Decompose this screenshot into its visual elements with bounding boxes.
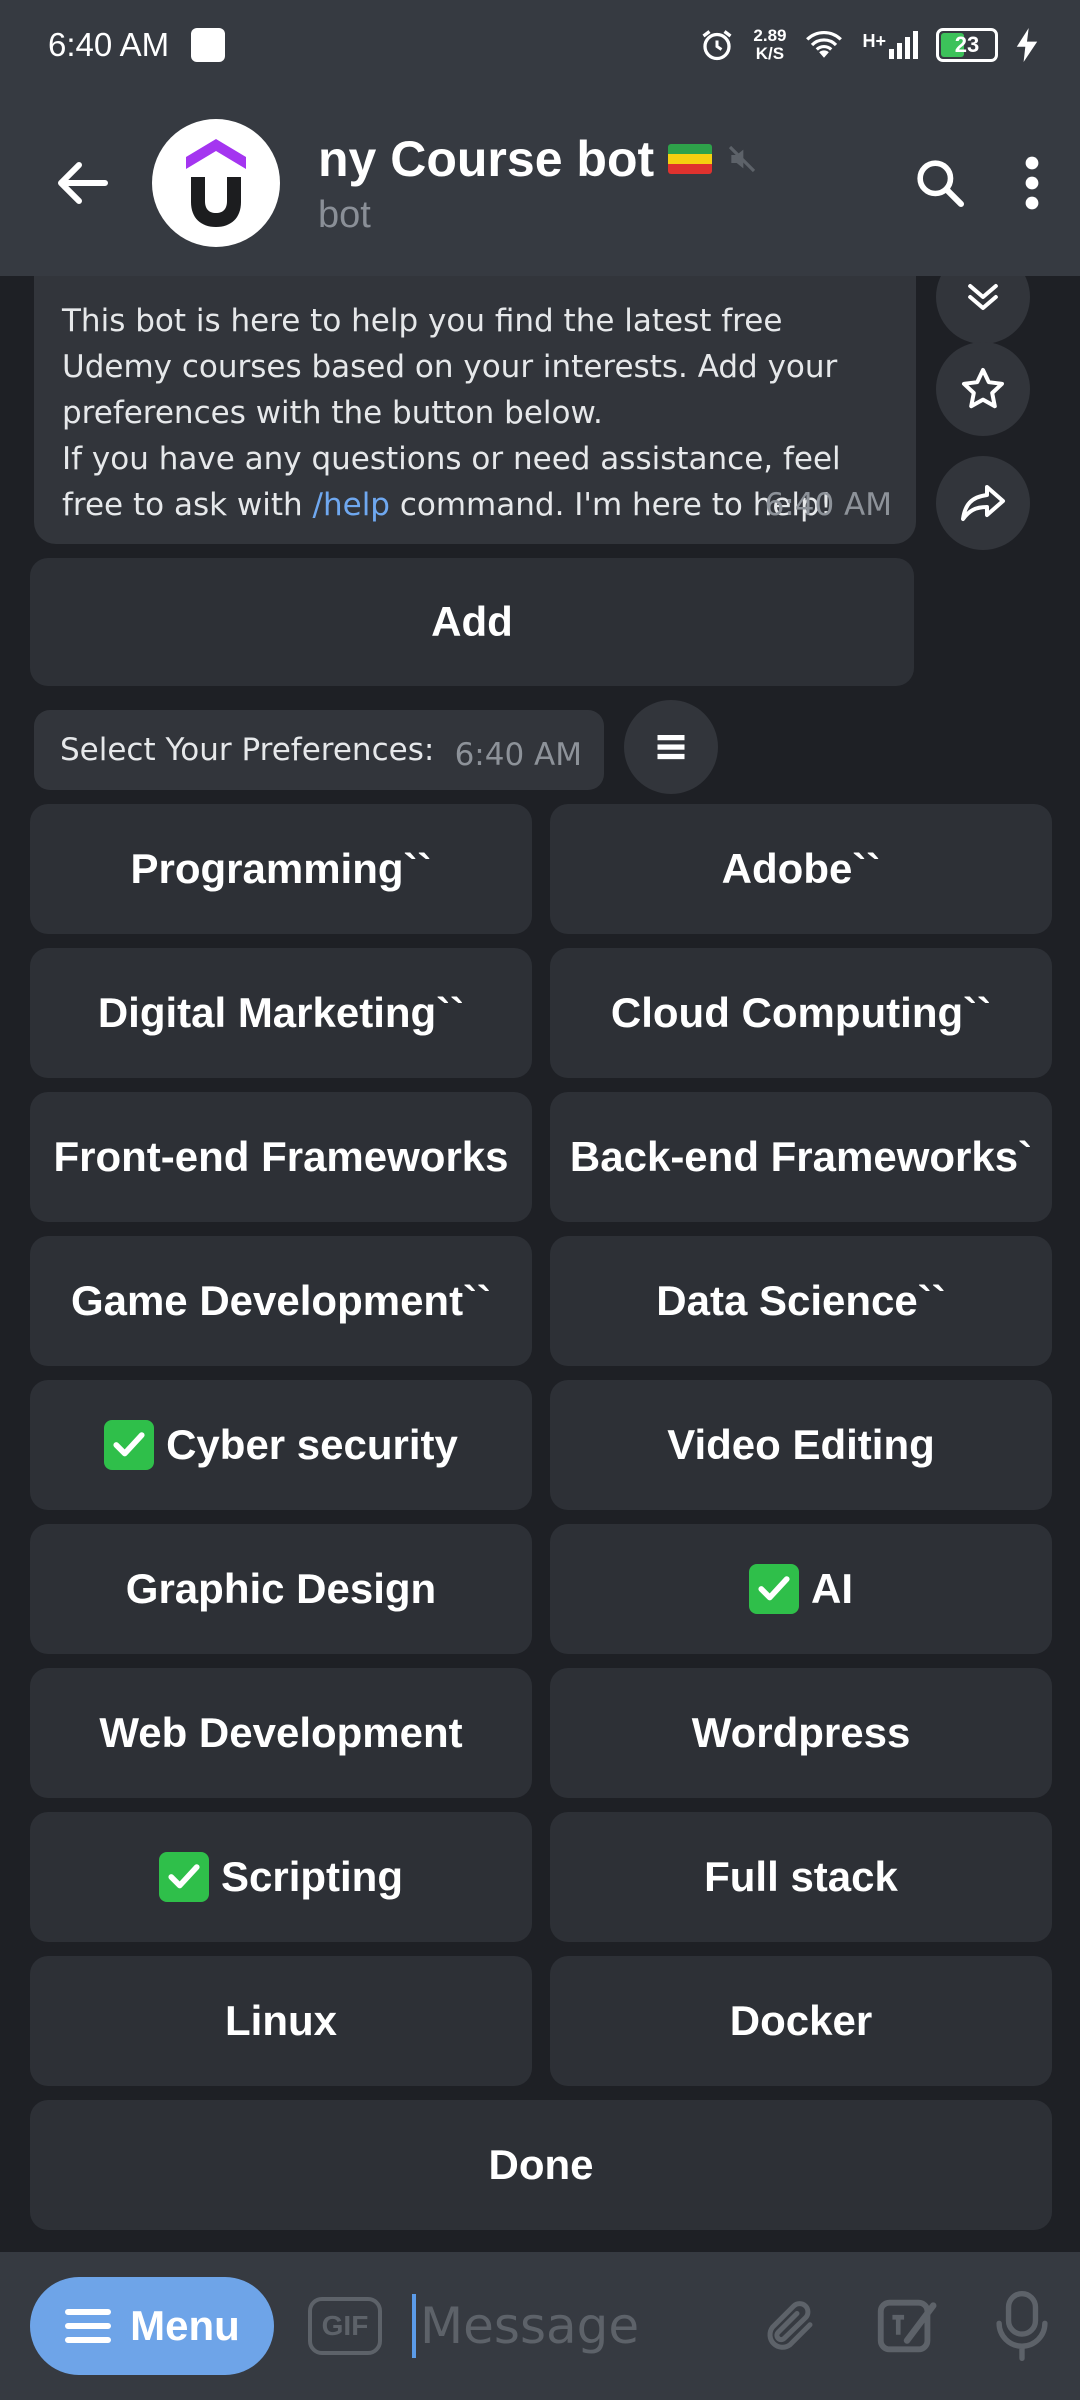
option-button[interactable]: Full stack (550, 1812, 1052, 1942)
sticker-icon[interactable] (872, 2291, 942, 2361)
option-button[interactable]: Front-end Frameworks (30, 1092, 532, 1222)
star-icon (962, 368, 1004, 409)
option-button[interactable]: Data Science`` (550, 1236, 1052, 1366)
option-button[interactable]: Back-end Frameworks` (550, 1092, 1052, 1222)
favorite-button[interactable] (936, 342, 1030, 436)
udemy-logo-icon (186, 139, 246, 227)
option-label: Digital Marketing`` (97, 989, 465, 1036)
option-label: Front-end Frameworks (53, 1133, 509, 1180)
back-button[interactable] (38, 138, 128, 228)
alarm-icon (702, 30, 732, 61)
done-button[interactable]: Done (30, 2100, 1052, 2230)
hamburger-icon (65, 2309, 112, 2343)
chat-title: ny Course bot (318, 130, 655, 187)
option-label: Cloud Computing`` (610, 989, 992, 1036)
bot-menu-button[interactable]: Menu (30, 2277, 274, 2375)
microphone-icon[interactable] (994, 2291, 1050, 2361)
option-button[interactable]: Graphic Design (30, 1524, 532, 1654)
more-vert-icon[interactable] (1024, 155, 1040, 211)
option-label: Linux (225, 1997, 337, 2044)
option-label: Adobe`` (721, 845, 881, 892)
option-label: Scripting (220, 1853, 403, 1900)
option-label: Data Science`` (656, 1277, 946, 1324)
option-label: Game Development`` (70, 1277, 492, 1324)
double-chevron-down-icon (968, 283, 998, 311)
option-button[interactable]: Digital Marketing`` (30, 948, 532, 1078)
notification-icon (191, 28, 226, 62)
preferences-time: 6:40 AM (454, 737, 582, 773)
arrow-left-icon (58, 162, 108, 204)
muted-icon (729, 145, 756, 172)
checkmark-icon (104, 1420, 155, 1470)
option-button[interactable]: Cyber security (30, 1380, 532, 1510)
preferences-label: Select Your Preferences: (60, 732, 435, 768)
message-text-1: This bot is here to help you find the la… (62, 303, 838, 431)
checkmark-icon (749, 1564, 799, 1614)
message-input-bar: Menu GIF (0, 2252, 1080, 2400)
option-button[interactable]: Programming`` (30, 804, 532, 934)
option-label: Cyber security (166, 1421, 458, 1468)
bot-message-bubble: This bot is here to help you find the la… (34, 276, 916, 544)
option-label: Video Editing (667, 1421, 935, 1468)
chat-header: ny Course bot bot (0, 90, 1080, 276)
battery-icon: 23 (936, 28, 998, 62)
option-label: AI (811, 1565, 853, 1612)
attach-icon[interactable] (760, 2296, 820, 2356)
option-button[interactable]: Adobe`` (550, 804, 1052, 934)
option-button[interactable]: Wordpress (550, 1668, 1052, 1798)
preferences-message-bubble: Select Your Preferences: 6:40 AM (34, 710, 604, 790)
message-input[interactable] (412, 2294, 682, 2358)
option-label: Back-end Frameworks` (569, 1133, 1033, 1180)
option-label: Wordpress (691, 1709, 911, 1756)
message-time: 6:40 AM (764, 487, 892, 523)
keyboard-menu-button[interactable] (624, 700, 718, 794)
option-button[interactable]: Cloud Computing`` (550, 948, 1052, 1078)
gif-button[interactable]: GIF (308, 2297, 382, 2355)
status-time: 6:40 AM (48, 26, 170, 63)
option-button[interactable]: Game Development`` (30, 1236, 532, 1366)
menu-lines-icon (657, 735, 685, 760)
chat-title-area[interactable]: ny Course bot bot (318, 130, 778, 237)
option-button[interactable]: Web Development (30, 1668, 532, 1798)
option-label: Docker (729, 1997, 873, 2044)
status-bar: 6:40 AM 2.89 K/S H+ 23 (0, 0, 1080, 90)
ethiopia-flag-icon (668, 143, 713, 174)
search-icon[interactable] (912, 155, 968, 211)
option-label: Web Development (99, 1709, 463, 1756)
chat-subtitle: bot (318, 193, 371, 236)
option-button[interactable]: Linux (30, 1956, 532, 2086)
signal-icon: H+ (862, 31, 918, 59)
option-label: Programming`` (130, 845, 432, 892)
charging-icon (1016, 28, 1038, 62)
option-label: Graphic Design (125, 1565, 437, 1612)
option-button[interactable]: Scripting (30, 1812, 532, 1942)
share-button[interactable] (936, 456, 1030, 550)
wifi-icon (806, 30, 843, 58)
option-button[interactable]: Docker (550, 1956, 1052, 2086)
checkmark-icon (158, 1852, 209, 1902)
chat-area[interactable]: This bot is here to help you find the la… (0, 276, 1080, 2252)
net-speed: 2.89 K/S (753, 26, 787, 63)
avatar[interactable] (152, 119, 280, 247)
option-button[interactable]: Video Editing (550, 1380, 1052, 1510)
scroll-down-button[interactable] (936, 276, 1030, 344)
share-arrow-icon (961, 485, 1005, 521)
option-label: Full stack (704, 1853, 898, 1900)
add-button[interactable]: Add (30, 558, 914, 686)
help-command-link[interactable]: /help (313, 487, 390, 523)
option-button[interactable]: AI (550, 1524, 1052, 1654)
